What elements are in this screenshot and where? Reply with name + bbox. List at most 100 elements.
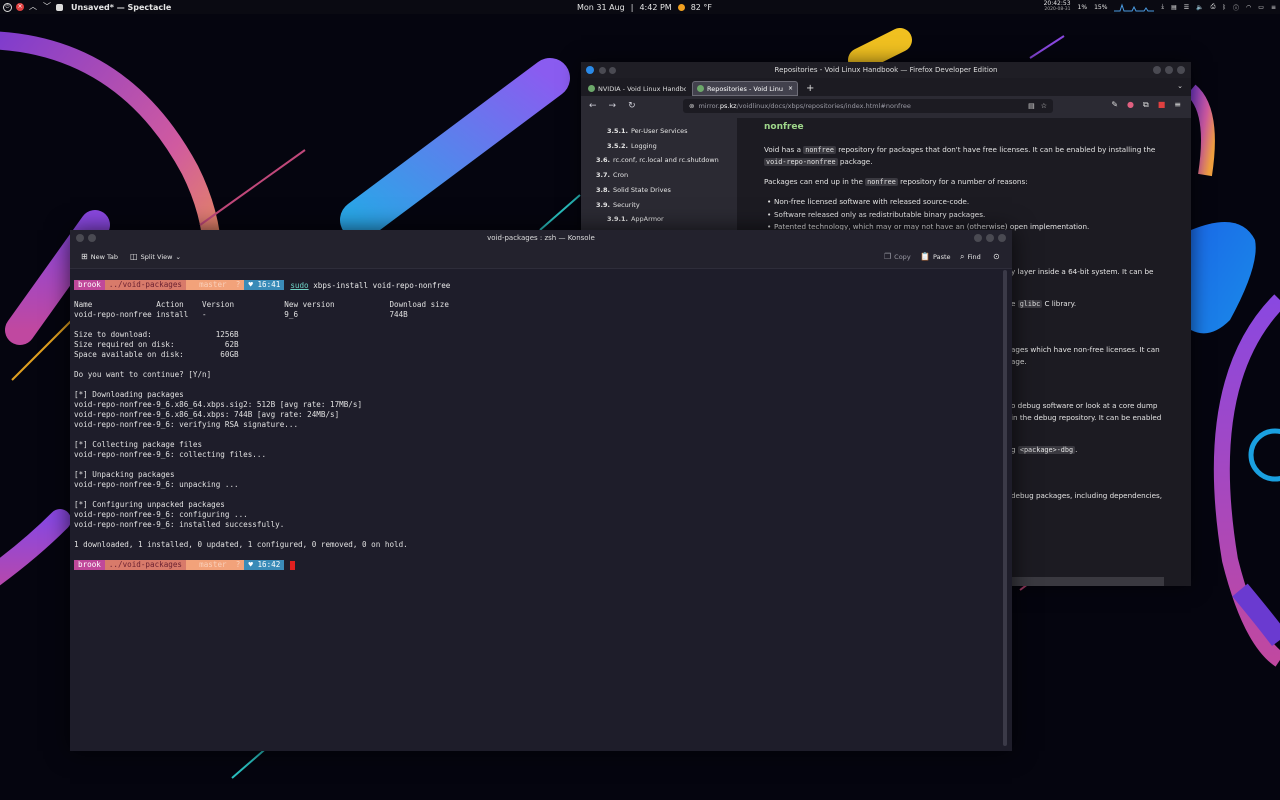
- tab-repositories[interactable]: Repositories - Void Linux Handbook ×: [692, 81, 798, 96]
- minimize-icon[interactable]: ﹀: [42, 2, 52, 12]
- maximize-button[interactable]: [1165, 66, 1173, 74]
- typed-command: sudo xbps-install void-repo-nonfree: [290, 280, 451, 290]
- chevron-down-icon: ⌄: [175, 252, 181, 261]
- extensions-icon[interactable]: ⧉: [1143, 100, 1149, 110]
- devtools-icon[interactable]: ✎: [1111, 100, 1118, 110]
- prompt-time: ♥ 16:41: [244, 280, 285, 290]
- close-window-icon[interactable]: ×: [16, 3, 24, 11]
- copy-button[interactable]: ❐ Copy: [884, 252, 911, 261]
- prompt-user: brook: [74, 560, 105, 570]
- sidebar-item-logging[interactable]: 3.5.2. Logging: [607, 142, 657, 150]
- terminal-line: [*] Unpacking packages: [74, 470, 175, 479]
- shell-prompt: brook ../void-packages master ? ♥ 16:42: [74, 560, 296, 570]
- tab-nvidia[interactable]: NVIDIA - Void Linux Handbook: [584, 81, 690, 96]
- terminal-line: void-repo-nonfree install - 9_6 744B: [74, 310, 408, 319]
- terminal-scrollbar[interactable]: [1003, 270, 1007, 746]
- minimize-button[interactable]: [1153, 66, 1161, 74]
- site-info-icon[interactable]: ⊚: [689, 102, 694, 110]
- forward-icon[interactable]: →: [609, 101, 617, 111]
- addon-icon[interactable]: ■: [1158, 100, 1166, 110]
- terminal-line: Space available on disk: 60GB: [74, 350, 239, 359]
- back-icon[interactable]: ←: [589, 101, 597, 111]
- printer-icon[interactable]: ⎙: [1211, 3, 1216, 11]
- firefox-window-title: Repositories - Void Linux Handbook — Fir…: [774, 66, 998, 74]
- new-tab-button[interactable]: ⊞ New Tab: [81, 252, 118, 261]
- notes-icon[interactable]: ☰: [1184, 4, 1189, 11]
- sidebar-item-cron[interactable]: 3.7. Cron: [596, 171, 628, 179]
- terminal-line: Size required on disk: 62B: [74, 340, 239, 349]
- void-favicon-icon: [697, 85, 704, 92]
- split-view-icon: ◫: [130, 252, 138, 261]
- notifications-icon[interactable]: ⓘ: [1233, 3, 1239, 12]
- sidebar-item-apparmor[interactable]: 3.9.1. AppArmor: [607, 215, 664, 223]
- new-tab-label: New Tab: [90, 252, 118, 261]
- terminal-line: 1 downloaded, 1 installed, 0 updated, 1 …: [74, 540, 408, 549]
- text-fragment: e glibc C library.: [1011, 299, 1077, 308]
- firefox-titlebar[interactable]: Repositories - Void Linux Handbook — Fir…: [581, 62, 1191, 78]
- terminal-line: void-repo-nonfree-9_6: verifying RSA sig…: [74, 420, 299, 429]
- maximize-icon[interactable]: ︿: [28, 2, 38, 12]
- copy-icon: ❐: [884, 252, 892, 261]
- memory-usage[interactable]: 15%: [1094, 4, 1107, 11]
- bookmark-star-icon[interactable]: ☆: [1041, 102, 1047, 110]
- close-tab-icon[interactable]: ×: [788, 85, 793, 92]
- list-item: Software released only as redistributabl…: [767, 209, 1174, 220]
- close-button[interactable]: [998, 234, 1006, 242]
- app-launcher-icon[interactable]: ⏻: [3, 2, 12, 12]
- paste-button[interactable]: 📋 Paste: [920, 252, 951, 261]
- url-bar[interactable]: ⊚ mirror.ps.kz/voidlinux/docs/xbps/repos…: [683, 99, 1053, 113]
- text-fragment: debug packages, including dependencies,: [1011, 491, 1163, 500]
- prompt-time: ♥ 16:42: [244, 560, 285, 570]
- sidebar-item-rc-conf[interactable]: 3.6. rc.conf, rc.local and rc.shutdown: [596, 156, 719, 164]
- search-icon: ⌕: [960, 252, 965, 261]
- url-text: mirror.ps.kz/voidlinux/docs/xbps/reposit…: [698, 102, 911, 110]
- section-heading: nonfree: [764, 122, 804, 132]
- top-panel: ⏻ × ︿ ﹀ Unsaved* — Spectacle Mon 31 Aug …: [0, 0, 1280, 14]
- clipboard-icon[interactable]: ▤: [1171, 4, 1177, 11]
- download-icon[interactable]: ⤓: [1161, 3, 1164, 11]
- new-tab-icon: ⊞: [81, 252, 88, 261]
- digital-clock[interactable]: 20:42:53 2020-08-31: [1044, 1, 1071, 13]
- new-tab-button[interactable]: +: [800, 81, 820, 96]
- terminal-line: void-repo-nonfree-9_6: installed success…: [74, 520, 285, 529]
- close-button[interactable]: [1177, 66, 1185, 74]
- terminal-line: [*] Downloading packages: [74, 390, 184, 399]
- time-label[interactable]: 4:42 PM: [639, 3, 671, 12]
- list-all-tabs-icon[interactable]: ⌄: [1177, 82, 1183, 90]
- split-view-button[interactable]: ◫ Split View ⌄: [130, 252, 181, 261]
- konsole-titlebar[interactable]: void-packages : zsh — Konsole: [70, 230, 1012, 246]
- prompt-git-branch: master ?: [186, 560, 245, 570]
- battery-icon[interactable]: ▭: [1258, 4, 1264, 11]
- sidebar-item-per-user-services[interactable]: 3.5.1. Per-User Services: [607, 127, 688, 135]
- hamburger-menu-button[interactable]: ⊙: [993, 252, 1000, 261]
- volume-icon[interactable]: 🔈: [1196, 4, 1203, 11]
- find-label: Find: [967, 253, 981, 261]
- prompt-directory: ../void-packages: [104, 280, 187, 290]
- bluetooth-icon[interactable]: ᛒ: [1222, 4, 1226, 11]
- text-fragment: in the debug repository. It can be enabl…: [1011, 413, 1162, 422]
- reader-view-icon[interactable]: ▤: [1028, 102, 1035, 110]
- maximize-button[interactable]: [986, 234, 994, 242]
- weather-label[interactable]: 82 °F: [691, 3, 712, 12]
- find-button[interactable]: ⌕ Find: [960, 252, 981, 262]
- terminal-line: void-repo-nonfree-9_6: configuring ...: [74, 510, 248, 519]
- sidebar-item-security[interactable]: 3.9. Security: [596, 201, 640, 209]
- menu-icon[interactable]: ≡: [1174, 100, 1181, 110]
- reload-icon[interactable]: ↻: [628, 101, 636, 111]
- prompt-user: brook: [74, 280, 105, 290]
- terminal-line: void-repo-nonfree-9_6.x86_64.xbps.sig2: …: [74, 400, 363, 409]
- ublock-icon[interactable]: ●: [1127, 100, 1134, 110]
- konsole-window: void-packages : zsh — Konsole ⊞ New Tab …: [70, 230, 1012, 751]
- minimize-button[interactable]: [974, 234, 982, 242]
- clock-date: 2020-08-31: [1044, 7, 1071, 12]
- text-fragment: y layer inside a 64-bit system. It can b…: [1011, 267, 1154, 276]
- cpu-usage[interactable]: 1%: [1078, 4, 1088, 11]
- date-label[interactable]: Mon 31 Aug: [577, 3, 625, 12]
- wifi-icon[interactable]: ◠: [1246, 4, 1251, 11]
- sidebar-item-ssd[interactable]: 3.8. Solid State Drives: [596, 186, 671, 194]
- system-load-graph-icon[interactable]: [1114, 2, 1155, 12]
- panel-menu-icon[interactable]: ≡: [1271, 4, 1276, 11]
- terminal-output[interactable]: brook ../void-packages master ? ♥ 16:41 …: [74, 276, 999, 746]
- weather-icon: [677, 3, 685, 11]
- void-favicon-icon: [588, 85, 595, 92]
